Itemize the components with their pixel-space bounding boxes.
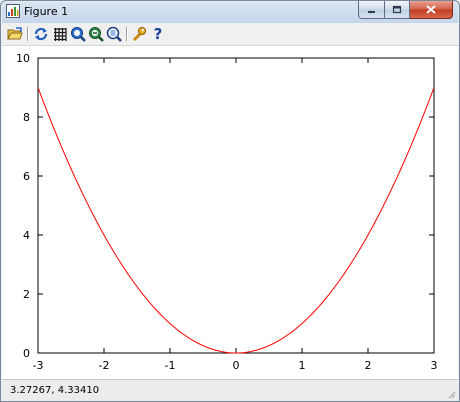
y-tick-label: 10 [16, 52, 30, 65]
close-icon [426, 5, 436, 14]
x-tick-label: -3 [33, 359, 44, 372]
minimize-button[interactable] [358, 1, 385, 19]
plot-area[interactable]: -3 -2 -1 0 1 2 3 0 2 4 6 8 10 [2, 46, 458, 379]
zoom-out-button[interactable] [88, 26, 104, 42]
zoom-in-button[interactable] [70, 26, 86, 42]
settings-button[interactable] [131, 26, 147, 42]
chart: -3 -2 -1 0 1 2 3 0 2 4 6 8 10 [16, 52, 438, 372]
figure-toolbar: ? [2, 23, 458, 46]
maximize-button[interactable] [385, 1, 410, 19]
refresh-icon [34, 27, 48, 41]
y-tick-label: 8 [23, 111, 30, 124]
title-bar[interactable]: Figure 1 [1, 1, 459, 23]
grid-icon [54, 28, 67, 41]
status-bar: 3.27267, 4.33410 [2, 379, 458, 401]
toolbar-separator [126, 27, 128, 41]
toolbar-separator [27, 27, 29, 41]
x-tick-label: 2 [365, 359, 372, 372]
plot-frame [37, 57, 435, 354]
y-tick-label: 4 [23, 229, 30, 242]
settings-wrench-icon [132, 27, 146, 42]
figure-window: Figure 1 ? -3 -2 -1 0 1 2 3 0 2 4 6 8 10… [0, 0, 460, 402]
x-tick-label: -2 [99, 359, 110, 372]
window-title: Figure 1 [24, 5, 69, 18]
figure-app-icon [6, 4, 20, 18]
resize-grip-icon[interactable] [446, 389, 456, 399]
open-folder-icon [7, 27, 23, 40]
y-tick-label: 0 [23, 347, 30, 360]
refresh-button[interactable] [33, 26, 49, 42]
open-folder-button[interactable] [7, 26, 23, 42]
zoom-autoscale-button[interactable] [106, 26, 122, 42]
maximize-icon [392, 5, 402, 14]
x-tick-label: 3 [431, 359, 438, 372]
zoom-out-icon [89, 27, 104, 42]
series-layer [37, 87, 435, 354]
caption-buttons [358, 1, 453, 19]
zoom-autoscale-icon [106, 26, 122, 42]
y-tick-label: 6 [23, 170, 30, 183]
x-tick-label: 0 [233, 359, 240, 372]
x-tick-label: -1 [165, 359, 176, 372]
cursor-coordinates: 3.27267, 4.33410 [10, 385, 100, 396]
axes: -3 -2 -1 0 1 2 3 0 2 4 6 8 10 [16, 52, 438, 372]
x-tick-label: 1 [299, 359, 306, 372]
minimize-icon [368, 11, 375, 13]
help-icon: ? [153, 25, 163, 43]
close-button[interactable] [410, 1, 453, 19]
series-line [37, 87, 435, 354]
y-tick-label: 2 [23, 288, 30, 301]
zoom-in-icon [71, 27, 86, 42]
grid-button[interactable] [52, 26, 68, 42]
help-button[interactable]: ? [150, 26, 166, 42]
